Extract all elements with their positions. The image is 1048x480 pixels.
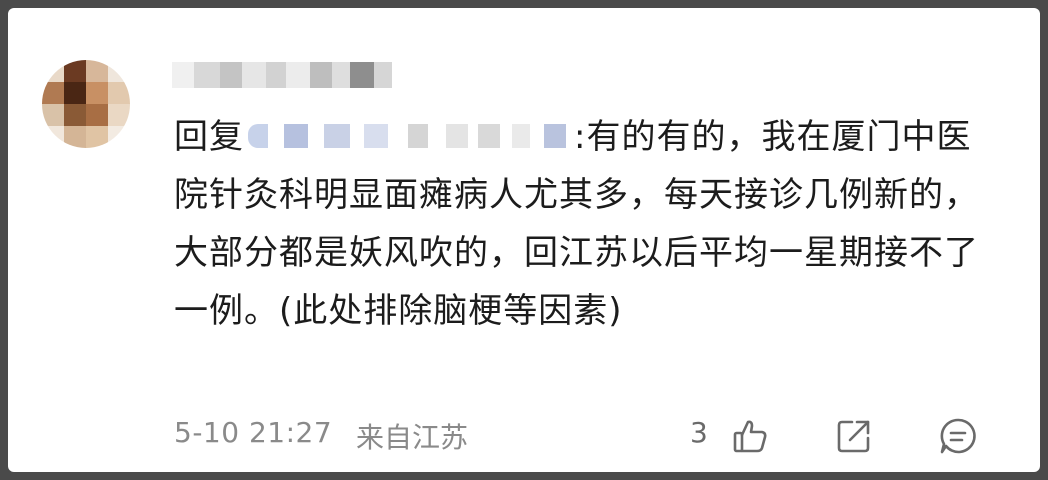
mention-redacted[interactable] — [248, 122, 572, 152]
reply-prefix: 回复 — [174, 117, 244, 157]
thumbs-up-icon[interactable] — [730, 416, 770, 456]
comment-time: 5-10 21:27 — [174, 416, 333, 449]
like-count: 3 — [690, 416, 708, 449]
comment-text: 回复:有的有的，我在厦门中医院针灸科明显面瘫病人尤其多，每天接诊几例新的，大部分… — [174, 108, 994, 340]
comment-location: 来自江苏 — [356, 421, 469, 454]
comment-card: 回复:有的有的，我在厦门中医院针灸科明显面瘫病人尤其多，每天接诊几例新的，大部分… — [8, 8, 1040, 472]
username-redacted[interactable] — [172, 62, 392, 88]
comment-icon[interactable] — [938, 416, 978, 456]
avatar[interactable] — [42, 60, 130, 148]
share-icon[interactable] — [834, 416, 874, 456]
